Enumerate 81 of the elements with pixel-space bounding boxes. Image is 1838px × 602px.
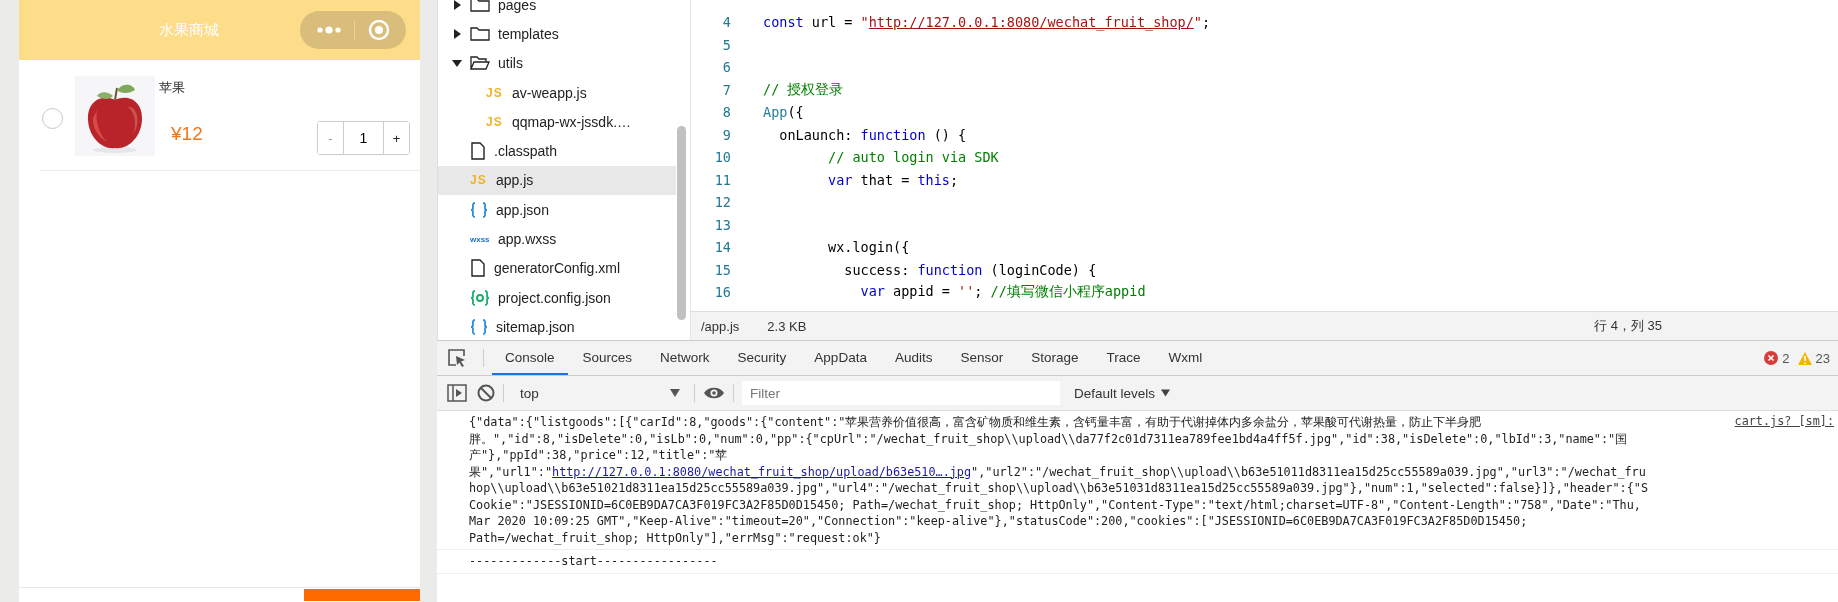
file-tree-item[interactable]: utils: [438, 48, 676, 78]
error-count: 2: [1782, 350, 1790, 366]
file-tree-item[interactable]: app.json: [438, 195, 676, 225]
console-message: -------------start-----------------: [469, 553, 718, 570]
dropdown-icon: [1161, 389, 1171, 397]
line-number: 9: [721, 126, 731, 143]
code-line: success: function (loginCode) {: [843, 261, 1097, 278]
eye-icon[interactable]: [703, 386, 725, 400]
braces-icon: [470, 201, 488, 218]
line-number: 6: [721, 59, 731, 76]
console-message: {"data":{"listgoods":[{"carId":8,"goods":{"content":"苹果营养价值很高，富含矿物质和维生素，含钙量丰富，有助于代谢掉体内多余盐分，苹果酸可代谢热量，防止下半身肥 胖。","id":8,"isDelete":0,"isLb":0,"num":0,"pp":{"cpUrl":"/wechat_fruit_shop\\upload\\da77f2c01d7311ea789fee1bd4a4ff5f.jpg","id":38,"isDelete":0,"lbId":3,"name":"国 产"},"ppId":38,"price":12,"title":"苹 果","url1":"http://127.0.0.1:8080/wechat_fruit_shop/upload/b63e510….jpg","url2":"/wechat_fruit_shop\\upload\\b63e51011d8311ea15d25cc55589a039.jpg","url3":"/wechat_fru hop\\upload\\b63e51021d8311ea15d25cc55589a039.jpg","url4":"/wechat_fruit_shop\\upload\\b63e51031d8311ea15d25cc55589a039.jpg"},"num":1,"selected":false}]},"header":{"S Cookie":"JSESSIONID=6C0EB9DA7CA3F019FC3A2F85D0D15450; Path=/wechat_fruit_shop; HttpOnly","Content-Type":"text/html;charset=UTF-8","Content-Length":"758","Date":"Thu, Mar 2020 10:09:25 GMT","Keep-Alive":"timeout=20","Connection":"keep-alive"},"statusCode":200,"cookies":["JSESSIONID=6C0EB9DA7CA3F019FC3A2F85D0D15450; Path=/wechat_fruit_shop; HttpOnly"],"errMsg":"request:ok"}: [469, 414, 1648, 546]
file-tree-item[interactable]: wxss app.wxss: [438, 224, 676, 254]
line-number: 10: [713, 149, 731, 166]
code-line: var appid = ''; //填写微信小程序appid: [859, 283, 1146, 302]
folder-icon: [470, 25, 490, 42]
line-number: 14: [713, 239, 731, 256]
warning-count: 23: [1815, 350, 1830, 366]
line-number: 5: [721, 36, 731, 53]
code-line: const url = "http://127.0.0.1:8080/wechat_fruit_shop/";: [763, 14, 1211, 31]
devtools-tab[interactable]: Storage: [1018, 341, 1092, 375]
line-number: 8: [721, 104, 731, 121]
dropdown-icon: [670, 389, 680, 397]
line-number: 4: [721, 14, 731, 31]
devtools-tab[interactable]: AppData: [801, 341, 880, 375]
devtools-tab[interactable]: Network: [647, 341, 723, 375]
devtools-tab[interactable]: Wxml: [1155, 341, 1216, 375]
code-line: wx.login({: [827, 239, 910, 256]
url-link[interactable]: http://127.0.0.1:8080/wechat_fruit_shop/upload/b63e510….jpg: [552, 464, 972, 479]
cursor-position: 行 4，列 35: [1594, 317, 1662, 335]
product-price: ¥12: [171, 123, 204, 145]
line-number: 15: [713, 261, 731, 278]
devtools-tab[interactable]: Sensor: [947, 341, 1017, 375]
wxss-file-icon: wxss: [470, 234, 490, 244]
folder-icon: [470, 55, 490, 72]
code-line: // auto login via SDK: [827, 149, 999, 166]
file-tree-item[interactable]: JS av-weapp.js: [438, 77, 676, 108]
file-tree-item[interactable]: project.config.json: [438, 282, 676, 313]
caret-icon[interactable]: [452, 0, 462, 10]
caret-icon[interactable]: [452, 28, 462, 39]
sidebar-toggle-icon[interactable]: [447, 384, 467, 402]
file-tree-item[interactable]: sitemap.json: [438, 312, 676, 340]
line-number: 16: [713, 284, 731, 301]
devtools-tab[interactable]: Security: [724, 341, 800, 375]
context-select[interactable]: top: [512, 385, 686, 401]
page-title: 水果商城: [159, 21, 219, 40]
scrollbar[interactable]: [677, 126, 686, 320]
devtools-tab[interactable]: Audits: [881, 341, 946, 375]
js-file-icon: JS: [470, 173, 488, 188]
file-tree-item[interactable]: JS qqmap-wx-jssdk.…: [438, 107, 676, 137]
devtools-tab[interactable]: Trace: [1093, 341, 1154, 375]
file-icon: [470, 142, 486, 161]
clear-icon[interactable]: [477, 384, 495, 402]
file-tree-item[interactable]: pages: [438, 0, 676, 20]
filter-field[interactable]: Filter: [742, 381, 1060, 405]
caret-icon[interactable]: [452, 58, 462, 69]
code-line: var that = this;: [827, 171, 959, 188]
line-number: 13: [713, 216, 731, 233]
js-file-icon: JS: [486, 85, 504, 100]
line-number: 11: [713, 171, 731, 188]
devtools-tab[interactable]: Sources: [569, 341, 646, 375]
warning-icon: [1797, 351, 1812, 365]
code-line: App({: [763, 104, 804, 121]
file-icon: [470, 259, 486, 278]
code-line: onLaunch: function () {: [778, 126, 967, 143]
file-tree-item[interactable]: templates: [438, 19, 676, 49]
line-number: 7: [721, 81, 731, 98]
file-size: 2.3 KB: [767, 318, 807, 334]
file-tree-item[interactable]: JS app.js: [438, 165, 676, 196]
code-line: // 授权登录: [763, 80, 844, 99]
error-icon: [1764, 351, 1779, 365]
config-file-icon: [470, 289, 490, 306]
braces-icon: [470, 318, 488, 335]
file-path: /app.js: [701, 318, 740, 334]
file-tree-item[interactable]: generatorConfig.xml: [438, 253, 676, 283]
inspect-icon[interactable]: [447, 348, 467, 368]
file-tree-item[interactable]: .classpath: [438, 136, 676, 166]
js-file-icon: JS: [486, 114, 504, 129]
line-number: 12: [713, 194, 731, 211]
product-name: 苹果: [159, 79, 186, 97]
levels-dropdown[interactable]: Default levels: [1070, 381, 1175, 405]
folder-icon: [470, 0, 490, 13]
